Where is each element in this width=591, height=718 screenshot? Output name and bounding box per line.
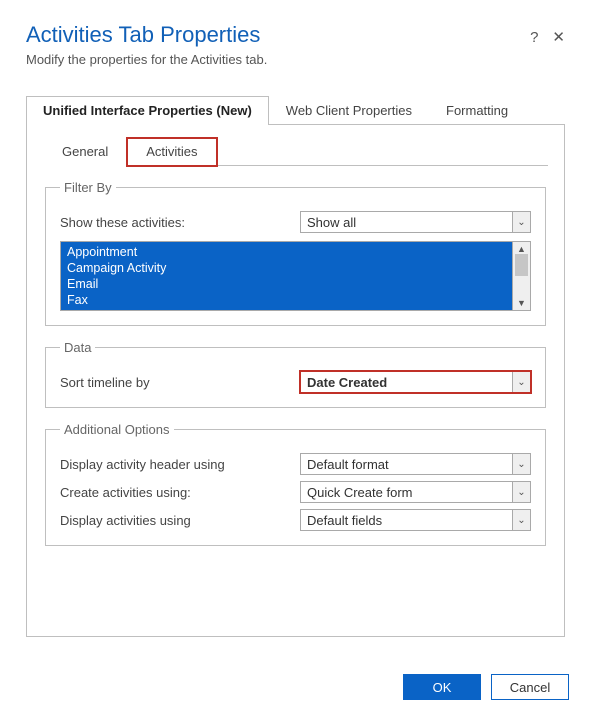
- list-item[interactable]: Email: [67, 276, 506, 292]
- select-value-display-activities: Default fields: [301, 510, 512, 530]
- fieldset-additional-options: Additional Options Display activity head…: [45, 422, 546, 546]
- legend-filter-by: Filter By: [60, 180, 116, 195]
- dialog: Activities Tab Properties ? ✕ Modify the…: [0, 0, 591, 637]
- chevron-down-icon[interactable]: ⌄: [512, 372, 530, 392]
- subtab-activities[interactable]: Activities: [127, 138, 216, 166]
- label-create-activities: Create activities using:: [60, 485, 300, 500]
- select-value-display-header: Default format: [301, 454, 512, 474]
- top-tabs: Unified Interface Properties (New) Web C…: [26, 95, 565, 125]
- scroll-track[interactable]: [513, 254, 530, 298]
- legend-data: Data: [60, 340, 95, 355]
- close-icon[interactable]: ✕: [552, 28, 565, 46]
- row-create-activities: Create activities using: Quick Create fo…: [60, 481, 531, 503]
- footer: OK Cancel: [403, 674, 569, 700]
- fieldset-filter-by: Filter By Show these activities: Show al…: [45, 180, 546, 326]
- row-display-activities: Display activities using Default fields …: [60, 509, 531, 531]
- dialog-title: Activities Tab Properties: [26, 22, 260, 48]
- select-display-header[interactable]: Default format ⌄: [300, 453, 531, 475]
- label-sort-timeline: Sort timeline by: [60, 375, 300, 390]
- dialog-subtitle: Modify the properties for the Activities…: [26, 52, 565, 67]
- subtab-general[interactable]: General: [43, 138, 127, 166]
- cancel-button[interactable]: Cancel: [491, 674, 569, 700]
- scroll-up-icon[interactable]: ▲: [517, 244, 526, 254]
- activities-listbox[interactable]: Appointment Campaign Activity Email Fax …: [60, 241, 531, 311]
- tab-panel: General Activities Filter By Show these …: [26, 125, 565, 637]
- label-display-header: Display activity header using: [60, 457, 300, 472]
- chevron-down-icon[interactable]: ⌄: [512, 482, 530, 502]
- list-item[interactable]: Fax: [67, 292, 506, 308]
- scrollbar[interactable]: ▲ ▼: [512, 242, 530, 310]
- help-icon[interactable]: ?: [530, 29, 538, 46]
- list-item[interactable]: Appointment: [67, 244, 506, 260]
- select-value-show-activities: Show all: [301, 212, 512, 232]
- chevron-down-icon[interactable]: ⌄: [512, 212, 530, 232]
- tab-formatting[interactable]: Formatting: [429, 96, 525, 125]
- tab-unified-interface[interactable]: Unified Interface Properties (New): [26, 96, 269, 125]
- activities-list-items[interactable]: Appointment Campaign Activity Email Fax: [61, 242, 512, 310]
- select-value-create-activities: Quick Create form: [301, 482, 512, 502]
- tab-web-client[interactable]: Web Client Properties: [269, 96, 429, 125]
- select-create-activities[interactable]: Quick Create form ⌄: [300, 481, 531, 503]
- select-show-activities[interactable]: Show all ⌄: [300, 211, 531, 233]
- row-display-header: Display activity header using Default fo…: [60, 453, 531, 475]
- row-sort-timeline: Sort timeline by Date Created ⌄: [60, 371, 531, 393]
- sub-tabs: General Activities: [43, 137, 548, 166]
- label-show-activities: Show these activities:: [60, 215, 300, 230]
- select-value-sort-timeline: Date Created: [301, 372, 512, 392]
- select-display-activities[interactable]: Default fields ⌄: [300, 509, 531, 531]
- chevron-down-icon[interactable]: ⌄: [512, 454, 530, 474]
- ok-button[interactable]: OK: [403, 674, 481, 700]
- list-item[interactable]: Campaign Activity: [67, 260, 506, 276]
- row-show-activities: Show these activities: Show all ⌄: [60, 211, 531, 233]
- chevron-down-icon[interactable]: ⌄: [512, 510, 530, 530]
- fieldset-data: Data Sort timeline by Date Created ⌄: [45, 340, 546, 408]
- scroll-thumb[interactable]: [515, 254, 528, 276]
- legend-additional-options: Additional Options: [60, 422, 174, 437]
- scroll-down-icon[interactable]: ▼: [517, 298, 526, 308]
- select-sort-timeline[interactable]: Date Created ⌄: [300, 371, 531, 393]
- title-icons: ? ✕: [530, 28, 565, 46]
- label-display-activities: Display activities using: [60, 513, 300, 528]
- title-row: Activities Tab Properties ? ✕: [26, 22, 565, 48]
